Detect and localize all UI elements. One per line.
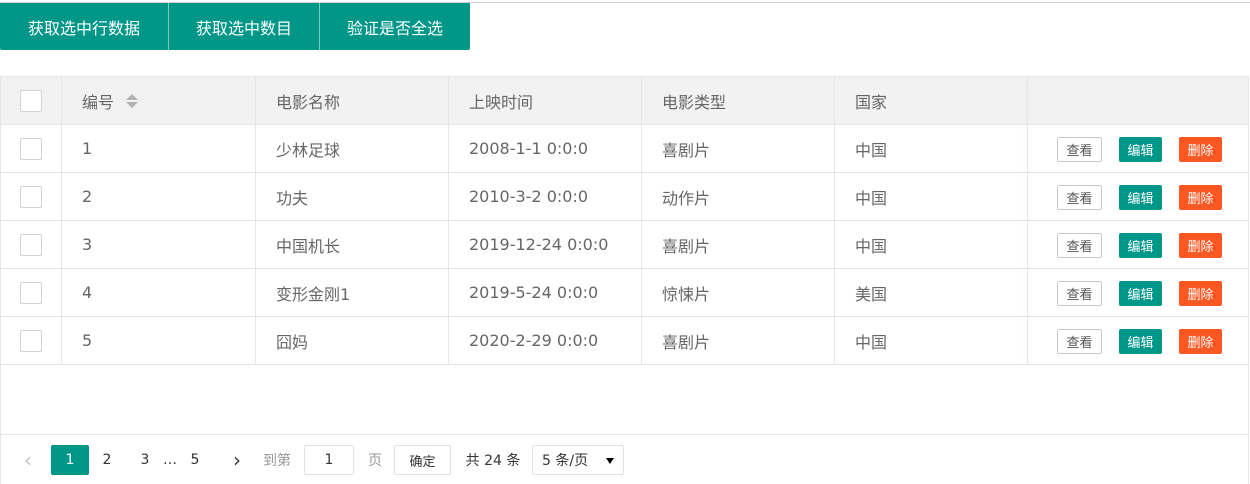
- cell-date: 2019-5-24 0:0:0: [449, 269, 642, 316]
- header-type: 电影类型: [642, 77, 835, 124]
- cell-date: 2010-3-2 0:0:0: [449, 173, 642, 220]
- delete-button[interactable]: 删除: [1179, 281, 1222, 306]
- table-row: 3 中国机长 2019-12-24 0:0:0 喜剧片 中国 查看 编辑 删除: [1, 221, 1248, 269]
- cell-country: 中国: [855, 140, 888, 160]
- fixed-column-divider: [1027, 77, 1028, 365]
- table-row: 5 囧妈 2020-2-29 0:0:0 喜剧片 中国 查看 编辑 删除: [1, 317, 1248, 365]
- cell-country: 美国: [855, 284, 888, 304]
- caret-down-icon: [606, 458, 614, 464]
- delete-button[interactable]: 删除: [1179, 137, 1222, 162]
- header-checkbox-cell: [1, 77, 62, 124]
- cell-type: 动作片: [642, 173, 835, 220]
- select-all-checkbox[interactable]: [20, 89, 42, 112]
- cell-country: 中国: [855, 236, 888, 256]
- row-checkbox[interactable]: [20, 281, 42, 304]
- page-unit-label: 页: [368, 453, 382, 469]
- cell-type: 喜剧片: [642, 221, 835, 268]
- header-name-label: 电影名称: [276, 92, 341, 112]
- cell-name: 功夫: [256, 173, 449, 220]
- cell-id: 5: [62, 317, 256, 364]
- header-type-label: 电影类型: [662, 92, 727, 112]
- table-row: 1 少林足球 2008-1-1 0:0:0 喜剧片 中国 查看 编辑 删除: [1, 125, 1248, 173]
- header-date: 上映时间: [449, 77, 642, 124]
- total-count: 共 24 条: [465, 453, 521, 469]
- cell-date: 2008-1-1 0:0:0: [449, 125, 642, 172]
- cell-name: 中国机长: [256, 221, 449, 268]
- row-checkbox-cell: [1, 317, 62, 364]
- row-checkbox-cell: [1, 125, 62, 172]
- page-2[interactable]: 2: [94, 445, 120, 475]
- cell-type: 喜剧片: [642, 317, 835, 364]
- next-page-icon[interactable]: ›: [225, 445, 249, 475]
- cell-date: 2020-2-29 0:0:0: [449, 317, 642, 364]
- cell-name: 囧妈: [256, 317, 449, 364]
- row-checkbox-cell: [1, 221, 62, 268]
- row-checkbox[interactable]: [20, 233, 42, 256]
- goto-confirm-button[interactable]: 确定: [394, 445, 451, 475]
- row-checkbox[interactable]: [20, 185, 42, 208]
- cell-actions: 查看 编辑 删除: [1028, 317, 1248, 364]
- edit-button[interactable]: 编辑: [1119, 137, 1162, 162]
- cell-country: 中国: [855, 332, 888, 352]
- toolbar: 获取选中行数据 获取选中数目 验证是否全选: [0, 3, 470, 50]
- pagination: ‹ 1 2 3 … 5 › 到第 1 页 确定 共 24 条 5 条/页: [1, 434, 1248, 484]
- edit-button[interactable]: 编辑: [1119, 233, 1162, 258]
- row-checkbox-cell: [1, 173, 62, 220]
- get-selected-rows-button[interactable]: 获取选中行数据: [0, 3, 169, 50]
- prev-page-icon[interactable]: ‹: [16, 445, 40, 475]
- view-button[interactable]: 查看: [1057, 137, 1102, 162]
- page-size-select[interactable]: 5 条/页: [532, 445, 624, 475]
- edit-button[interactable]: 编辑: [1119, 281, 1162, 306]
- page-ellipsis: …: [163, 452, 177, 468]
- page-1[interactable]: 1: [51, 445, 89, 475]
- sort-icon[interactable]: [126, 93, 139, 108]
- check-all-selected-button[interactable]: 验证是否全选: [320, 3, 470, 50]
- cell-type: 惊悚片: [642, 269, 835, 316]
- edit-button[interactable]: 编辑: [1119, 185, 1162, 210]
- row-checkbox-cell: [1, 269, 62, 316]
- header-country-label: 国家: [855, 92, 888, 112]
- header-id-label: 编号: [82, 92, 115, 112]
- cell-name: 少林足球: [256, 125, 449, 172]
- page-3[interactable]: 3: [132, 445, 158, 475]
- cell-actions: 查看 编辑 删除: [1028, 221, 1248, 268]
- cell-actions: 查看 编辑 删除: [1028, 269, 1248, 316]
- header-date-label: 上映时间: [469, 92, 534, 112]
- movie-table: 编号 电影名称 上映时间 电影类型 国家 1 少林足球 2008-1-1 0:0…: [0, 76, 1249, 484]
- goto-label: 到第: [263, 453, 291, 469]
- table-header: 编号 电影名称 上映时间 电影类型 国家: [1, 77, 1248, 125]
- edit-button[interactable]: 编辑: [1119, 329, 1162, 354]
- header-id[interactable]: 编号: [62, 77, 256, 124]
- view-button[interactable]: 查看: [1057, 185, 1102, 210]
- get-selected-count-button[interactable]: 获取选中数目: [169, 3, 320, 50]
- row-checkbox[interactable]: [20, 137, 42, 160]
- page-5[interactable]: 5: [182, 445, 208, 475]
- cell-actions: 查看 编辑 删除: [1028, 125, 1248, 172]
- table-row: 4 变形金刚1 2019-5-24 0:0:0 惊悚片 美国 查看 编辑 删除: [1, 269, 1248, 317]
- delete-button[interactable]: 删除: [1179, 185, 1222, 210]
- header-country: 国家: [835, 77, 1028, 124]
- view-button[interactable]: 查看: [1057, 329, 1102, 354]
- view-button[interactable]: 查看: [1057, 281, 1102, 306]
- delete-button[interactable]: 删除: [1179, 329, 1222, 354]
- cell-country: 中国: [855, 188, 888, 208]
- cell-id: 2: [62, 173, 256, 220]
- delete-button[interactable]: 删除: [1179, 233, 1222, 258]
- cell-date: 2019-12-24 0:0:0: [449, 221, 642, 268]
- cell-id: 3: [62, 221, 256, 268]
- cell-id: 1: [62, 125, 256, 172]
- cell-actions: 查看 编辑 删除: [1028, 173, 1248, 220]
- row-checkbox[interactable]: [20, 329, 42, 352]
- table-row: 2 功夫 2010-3-2 0:0:0 动作片 中国 查看 编辑 删除: [1, 173, 1248, 221]
- header-name: 电影名称: [256, 77, 449, 124]
- page-size-value: 5 条/页: [542, 453, 589, 469]
- goto-page-input[interactable]: 1: [304, 445, 354, 475]
- header-actions: [1028, 77, 1248, 124]
- view-button[interactable]: 查看: [1057, 233, 1102, 258]
- cell-id: 4: [62, 269, 256, 316]
- cell-type: 喜剧片: [642, 125, 835, 172]
- cell-name: 变形金刚1: [256, 269, 449, 316]
